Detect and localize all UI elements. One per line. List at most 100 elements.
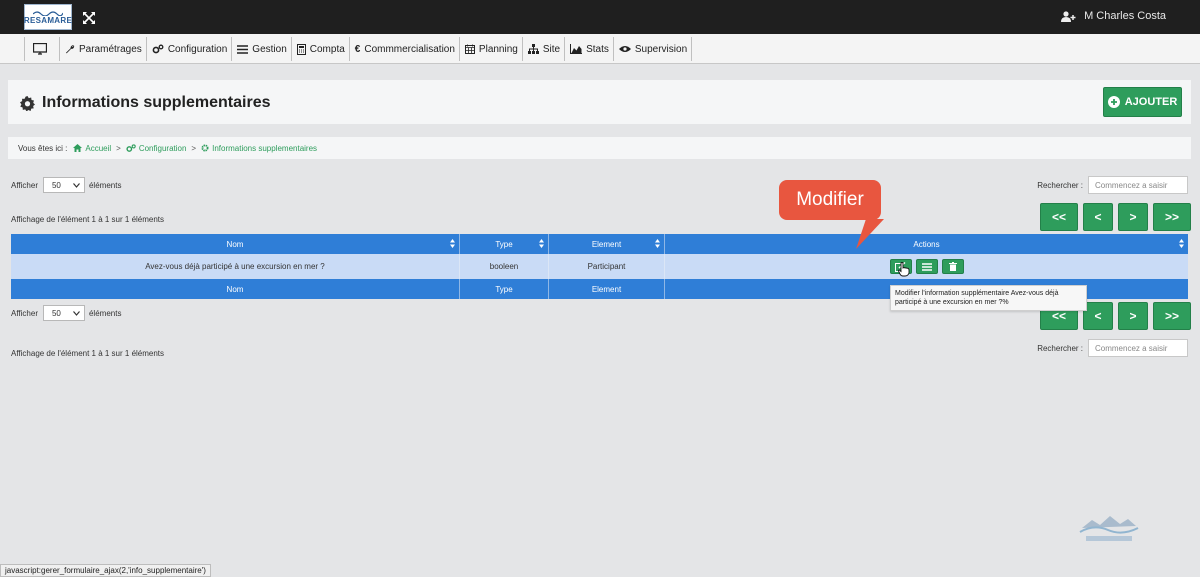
menu-item-label: Paramétrages — [79, 43, 142, 55]
breadcrumb: Vous êtes ici : Accueil > Configuration … — [8, 137, 1191, 159]
title-panel: Informations supplementaires — [8, 80, 1191, 124]
column-label: Type — [495, 239, 513, 249]
menu-item-label: Planning — [478, 43, 518, 55]
menu-item-label: Configuration — [167, 43, 228, 55]
column-header-actions[interactable]: Actions — [665, 234, 1188, 254]
menu-item-compta[interactable]: Compta — [292, 37, 350, 61]
column-footer-type: Type — [460, 279, 549, 299]
column-header-nom[interactable]: Nom — [11, 234, 460, 254]
menu-item-parametrages[interactable]: Paramétrages — [60, 37, 147, 61]
column-label: Actions — [913, 239, 940, 249]
prev-page-button[interactable]: < — [1083, 203, 1113, 231]
chevron-down-icon — [73, 310, 80, 316]
search-input[interactable]: Commencez a saisir — [1088, 339, 1188, 357]
search-control: Rechercher : Commencez a saisir — [1037, 176, 1188, 194]
main-menu: Paramétrages Configuration Gestion Compt… — [24, 37, 693, 61]
eye-icon — [618, 46, 631, 52]
menu-item-home[interactable] — [25, 37, 60, 61]
pointer-cursor-icon — [898, 262, 910, 277]
last-page-button[interactable]: >> — [1153, 302, 1191, 330]
wrench-icon — [66, 45, 75, 54]
first-page-button[interactable]: << — [1040, 203, 1078, 231]
page-length-select[interactable]: 50 — [42, 305, 85, 321]
table-info-bottom: Affichage de l'élément 1 à 1 sur 1 éléme… — [11, 349, 165, 358]
search-input[interactable]: Commencez a saisir — [1088, 176, 1188, 194]
breadcrumb-separator: > — [191, 143, 197, 153]
sort-icon — [539, 239, 544, 248]
resamare-logo[interactable]: RESAMARE — [24, 4, 72, 30]
column-header-type[interactable]: Type — [460, 234, 549, 254]
cogs-icon — [152, 44, 164, 54]
sort-icon — [1179, 239, 1184, 248]
column-footer-nom: Nom — [11, 279, 460, 299]
breadcrumb-label: Informations supplementaires — [212, 143, 318, 153]
user-menu[interactable]: M Charles Costa — [1061, 10, 1166, 22]
menu-item-configuration[interactable]: Configuration — [147, 37, 233, 61]
search-placeholder: Commencez a saisir — [1095, 343, 1168, 353]
search-label: Rechercher : — [1037, 180, 1083, 190]
user-name: M Charles Costa — [1084, 10, 1166, 22]
menu-item-label: Compta — [309, 43, 345, 55]
details-button[interactable] — [915, 259, 938, 274]
search-label: Rechercher : — [1037, 343, 1083, 353]
add-button[interactable]: AJOUTER — [1103, 87, 1182, 117]
cogs-icon — [126, 144, 136, 152]
menu-item-label: Site — [542, 43, 561, 55]
column-label: Nom — [226, 239, 244, 249]
breadcrumb-label: Configuration — [138, 143, 187, 153]
add-user-icon — [1061, 10, 1076, 22]
search-control-bottom: Rechercher : Commencez a saisir — [1037, 339, 1188, 357]
trash-icon — [948, 262, 957, 271]
breadcrumb-separator: > — [116, 143, 121, 153]
column-footer-element: Element — [549, 279, 665, 299]
column-label: Element — [591, 239, 622, 249]
sitemap-icon — [527, 44, 539, 54]
sort-icon — [450, 239, 455, 248]
list-icon — [921, 262, 932, 271]
menu-item-site[interactable]: Site — [523, 37, 566, 61]
watermark-logo — [1079, 516, 1139, 541]
breadcrumb-prefix: Vous êtes ici : — [18, 143, 68, 153]
elements-label: éléments — [88, 308, 122, 318]
menu-item-commercialisation[interactable]: € Commmercialisation — [350, 37, 460, 61]
cell-nom: Avez-vous déjà participé à une excursion… — [11, 254, 460, 279]
menu-item-supervision[interactable]: Supervision — [614, 37, 693, 61]
gear-icon — [20, 96, 35, 111]
euro-icon: € — [354, 43, 361, 55]
plus-circle-icon — [1107, 96, 1120, 108]
monitor-icon — [33, 43, 47, 55]
top-bar: RESAMARE M Charles Costa — [0, 0, 1200, 34]
menu-item-gestion[interactable]: Gestion — [232, 37, 292, 61]
page-length-select[interactable]: 50 — [42, 177, 85, 193]
table-header: Nom Type Element Actions — [11, 234, 1188, 254]
menu-item-label: Gestion — [252, 43, 287, 55]
menu-item-label: Commmercialisation — [364, 43, 455, 55]
edit-tooltip: Modifier l'information supplémentaire Av… — [890, 285, 1087, 311]
home-icon — [73, 144, 83, 152]
area-chart-icon — [570, 44, 583, 54]
modifier-callout: Modifier — [779, 180, 881, 220]
table-row[interactable]: Avez-vous déjà participé à une excursion… — [11, 254, 1188, 279]
next-page-button[interactable]: > — [1118, 302, 1148, 330]
list-icon — [237, 44, 249, 54]
status-bar-url: javascript:gerer_formulaire_ajax(2,'info… — [0, 564, 211, 577]
breadcrumb-configuration[interactable]: Configuration — [126, 143, 187, 153]
menu-item-stats[interactable]: Stats — [565, 37, 614, 61]
calendar-icon — [464, 44, 475, 54]
delete-button[interactable] — [941, 259, 964, 274]
next-page-button[interactable]: > — [1118, 203, 1148, 231]
gear-icon — [201, 144, 209, 152]
page-length-value: 50 — [51, 308, 61, 318]
prev-page-button[interactable]: < — [1083, 302, 1113, 330]
expand-icon[interactable] — [82, 11, 96, 25]
page-length-control: Afficher 50 éléments — [11, 177, 121, 193]
menu-item-planning[interactable]: Planning — [460, 37, 523, 61]
breadcrumb-home[interactable]: Accueil — [73, 144, 111, 153]
show-label: Afficher — [11, 180, 38, 190]
cell-type: booleen — [460, 254, 549, 279]
breadcrumb-current: Informations supplementaires — [201, 144, 317, 153]
column-header-element[interactable]: Element — [549, 234, 665, 254]
chevron-down-icon — [73, 182, 80, 188]
page-length-value: 50 — [51, 180, 61, 190]
last-page-button[interactable]: >> — [1153, 203, 1191, 231]
